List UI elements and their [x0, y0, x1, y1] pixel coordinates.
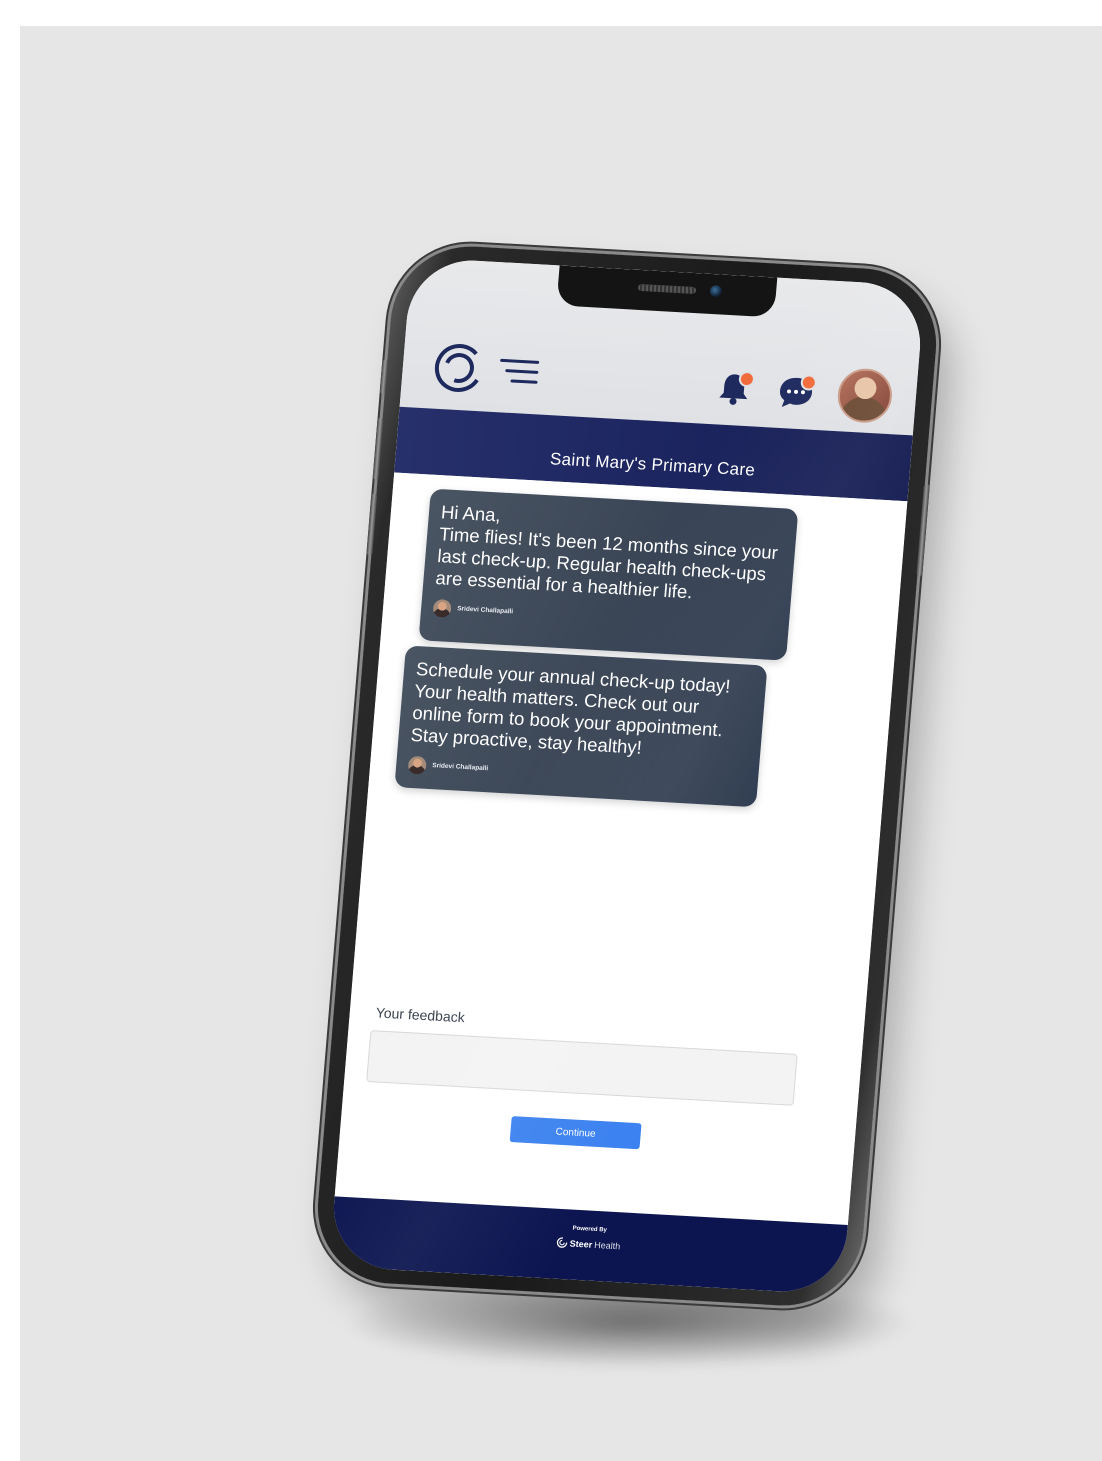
user-avatar[interactable]: [835, 367, 895, 425]
message-bubble: Schedule your annual check-up today! You…: [394, 645, 768, 808]
feedback-input[interactable]: [366, 1030, 798, 1106]
feedback-label: Your feedback: [375, 1004, 466, 1026]
messages-button[interactable]: [774, 371, 818, 413]
header-actions: [712, 360, 895, 425]
chat-area: Hi Ana, Time flies! It's been 12 months …: [334, 472, 908, 1226]
author-avatar: [407, 755, 427, 775]
steer-health-logo-icon: [557, 1237, 568, 1248]
hamburger-menu-icon[interactable]: [498, 356, 540, 386]
message-bubble: Hi Ana, Time flies! It's been 12 months …: [418, 488, 799, 661]
phone-screen: Saint Mary's Primary Care Hi Ana, Time f…: [328, 257, 926, 1295]
brand-name-light: Health: [593, 1239, 621, 1251]
brand-name-strong: Steer: [569, 1238, 593, 1250]
continue-button[interactable]: Continue: [509, 1116, 642, 1150]
steer-health-logo-icon[interactable]: [431, 341, 487, 396]
message-text: Hi Ana, Time flies! It's been 12 months …: [435, 501, 786, 608]
notifications-button[interactable]: [712, 367, 756, 409]
message-text: Schedule your annual check-up today! You…: [410, 658, 755, 765]
phone-mockup: Saint Mary's Primary Care Hi Ana, Time f…: [311, 242, 943, 1310]
background: Saint Mary's Primary Care Hi Ana, Time f…: [20, 26, 1102, 1461]
speaker-grille: [637, 283, 697, 295]
front-camera: [709, 284, 723, 298]
author-name: Sridevi Challapalli: [431, 762, 489, 773]
author-avatar: [432, 598, 452, 618]
author-name: Sridevi Challapalli: [456, 605, 514, 616]
